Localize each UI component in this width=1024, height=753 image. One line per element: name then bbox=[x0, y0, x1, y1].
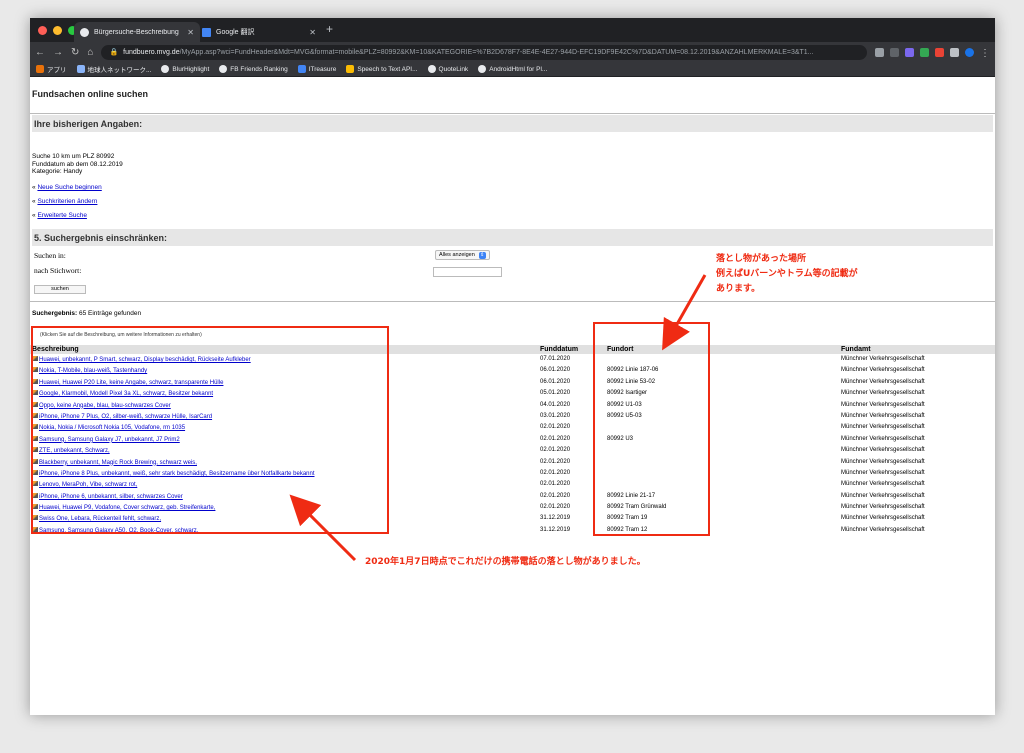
arrow-to-fundort bbox=[662, 274, 707, 351]
arrow-to-descriptions bbox=[289, 494, 357, 562]
annotation-arrows bbox=[289, 274, 707, 562]
